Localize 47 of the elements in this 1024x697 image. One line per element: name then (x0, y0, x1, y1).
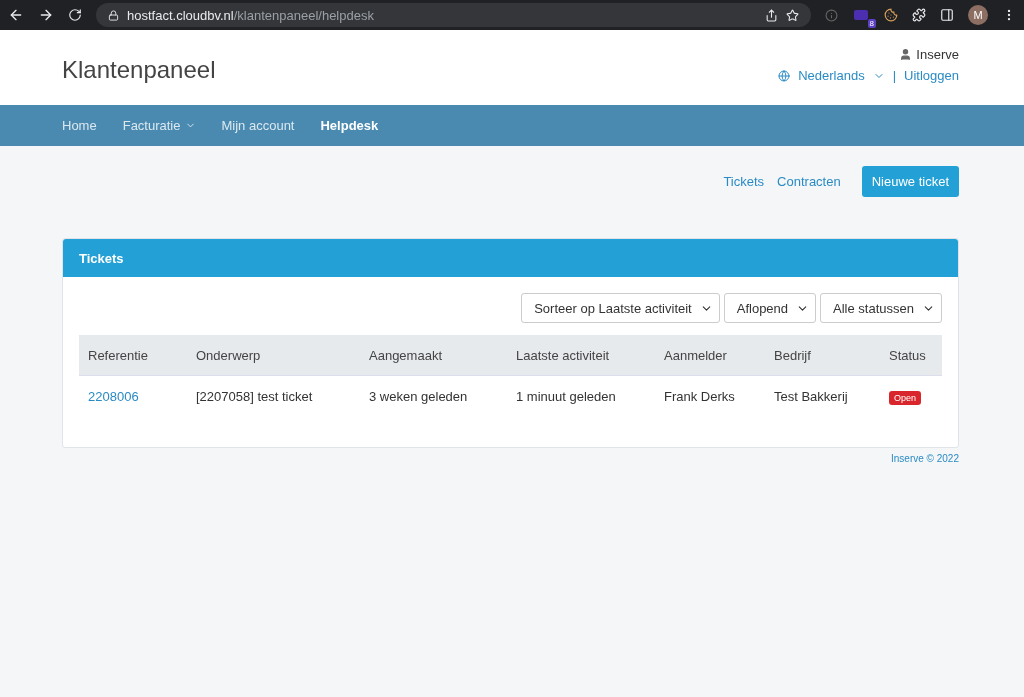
reload-icon[interactable] (68, 8, 82, 22)
profile-avatar[interactable]: M (968, 5, 988, 25)
url-text: hostfact.cloudbv.nl/klantenpaneel/helpdesk (127, 7, 374, 23)
new-ticket-button[interactable]: Nieuwe ticket (861, 166, 959, 197)
language-dropdown[interactable]: Nederlands (798, 68, 865, 83)
user-icon (899, 48, 913, 61)
lock-icon (108, 9, 119, 21)
share-icon[interactable] (765, 8, 778, 22)
column-header: Status (880, 335, 942, 375)
separator-text: | (892, 68, 897, 83)
panel-title: Tickets (63, 239, 958, 277)
table-cell: Frank Derks (655, 375, 765, 417)
cookie-icon[interactable] (884, 8, 898, 22)
column-header: Referentie (79, 335, 187, 375)
table-cell: 3 weken geleden (360, 375, 507, 417)
forward-icon[interactable] (38, 7, 54, 23)
column-header: Aangemaakt (360, 335, 507, 375)
puzzle-icon[interactable] (912, 8, 926, 22)
column-header: Bedrijf (765, 335, 880, 375)
column-header: Aanmelder (655, 335, 765, 375)
nav-link[interactable]: Tickets (723, 174, 765, 189)
info-icon[interactable] (825, 8, 838, 22)
column-header: Laatste activiteit (507, 335, 655, 375)
side-panel-icon[interactable] (940, 8, 954, 22)
nav-item[interactable]: Mijn account (221, 118, 295, 133)
back-icon[interactable] (8, 7, 24, 23)
star-icon[interactable] (786, 8, 799, 22)
filter-select[interactable]: Sorteer op Laatste activiteit (521, 293, 720, 323)
globe-icon (778, 69, 791, 82)
address-bar[interactable]: hostfact.cloudbv.nl/klantenpaneel/helpdesk (96, 3, 811, 27)
reference-link[interactable]: 2208006 (88, 389, 139, 404)
site-title: Klantenpaneel (62, 56, 216, 84)
user-name: Inserve (916, 47, 959, 62)
nav-item[interactable]: Facturatie (122, 118, 196, 133)
table-cell: [2207058] test ticket (187, 375, 360, 417)
table-cell: 1 minuut geleden (507, 375, 655, 417)
footer-text: Inserve © 2022 (891, 453, 959, 464)
nav-item[interactable]: Helpdesk (320, 118, 379, 133)
table-cell: Test Bakkerij (765, 375, 880, 417)
nav-item[interactable]: Home (62, 118, 97, 133)
status-badge: Open (889, 391, 922, 405)
logout-link[interactable]: Uitloggen (904, 68, 959, 83)
nav-link[interactable]: Contracten (777, 174, 841, 189)
extension-badge: 8 (867, 19, 876, 28)
filter-select[interactable]: Alle statussen (820, 293, 942, 323)
column-header: Onderwerp (187, 335, 360, 375)
filter-select[interactable]: Aflopend (723, 293, 817, 323)
